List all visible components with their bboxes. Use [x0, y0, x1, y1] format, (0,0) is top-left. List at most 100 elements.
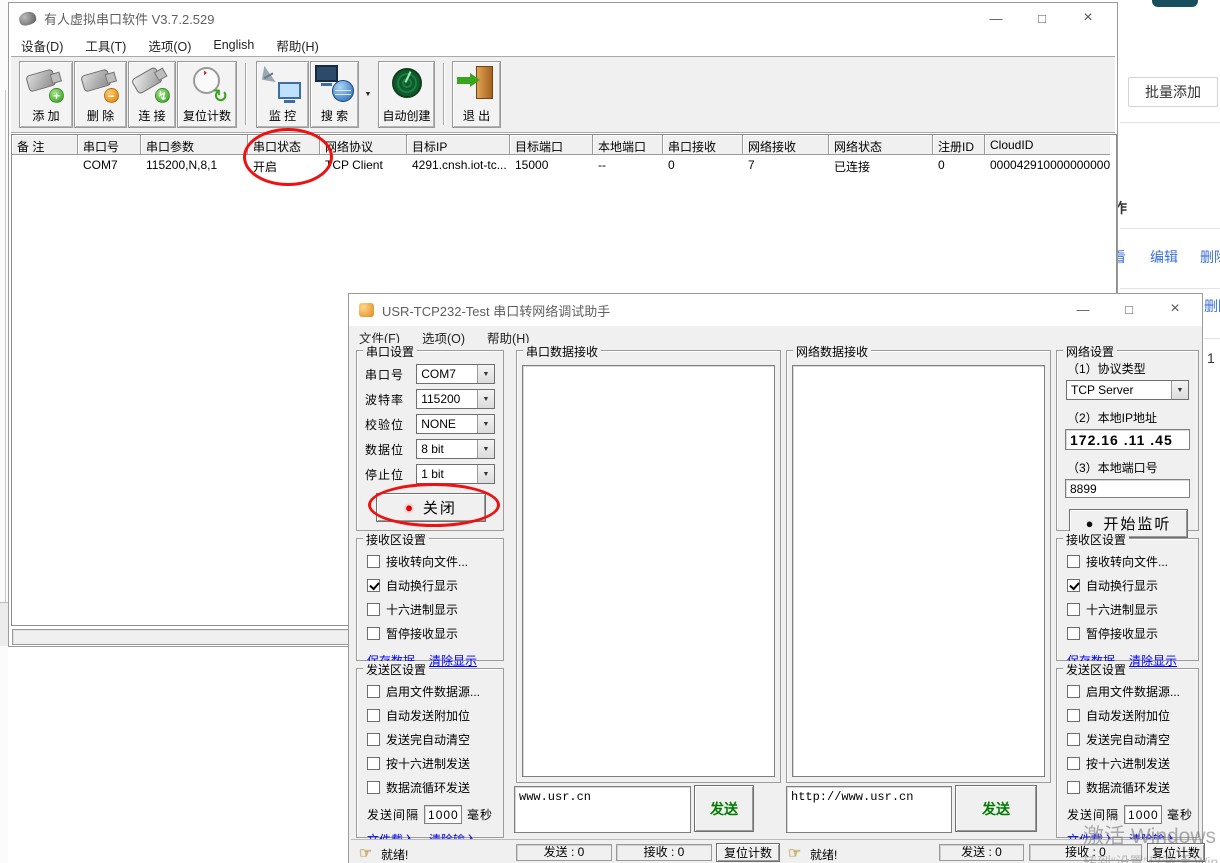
pause-recv-checkbox[interactable]: 暂停接收显示: [367, 625, 503, 642]
vcom-window-title: 有人虚拟串口软件 V3.7.2.529: [44, 9, 215, 28]
cell-params: 115200,N,8,1: [141, 155, 248, 175]
stopbits-select[interactable]: 1 bit▼: [416, 464, 495, 484]
interval-label: 发送间隔: [367, 806, 419, 823]
pause-recv-checkbox[interactable]: 暂停接收显示: [1067, 625, 1198, 642]
chevron-down-icon[interactable]: ▼: [477, 415, 494, 433]
maximize-button[interactable]: □: [1019, 3, 1065, 33]
col-remark[interactable]: 备 注: [12, 135, 78, 155]
loop-send-checkbox[interactable]: 数据流循环发送: [367, 779, 503, 796]
menu-options[interactable]: 选项(O): [416, 326, 471, 349]
clear-display-link[interactable]: 清除显示: [1129, 652, 1177, 669]
batch-add-button[interactable]: 批量添加: [1128, 77, 1218, 107]
local-ip-input[interactable]: 172.16 .11 .45: [1065, 429, 1190, 450]
add-button[interactable]: + 添 加: [19, 61, 73, 128]
col-net-rx[interactable]: 网络接收: [743, 135, 829, 155]
recv-to-file-checkbox[interactable]: 接收转向文件...: [1067, 553, 1198, 570]
file-source-checkbox[interactable]: 启用文件数据源...: [1067, 683, 1198, 700]
col-reg-id[interactable]: 注册ID: [933, 135, 985, 155]
radar-icon: [385, 63, 429, 105]
delete-button[interactable]: − 删 除: [74, 61, 127, 128]
col-protocol[interactable]: 网络协议: [320, 135, 407, 155]
net-send-settings-group: 发送区设置 启用文件数据源... 自动发送附加位 发送完自动清空 按十六进制发送…: [1056, 668, 1199, 838]
col-net-state[interactable]: 网络状态: [829, 135, 933, 155]
cell-target-ip: 4291.cnsh.iot-tc...: [407, 155, 510, 175]
minimize-button[interactable]: —: [973, 3, 1019, 33]
clear-after-send-checkbox[interactable]: 发送完自动清空: [367, 731, 503, 748]
databits-select[interactable]: 8 bit▼: [416, 439, 495, 459]
col-local-port[interactable]: 本地端口: [593, 135, 663, 155]
com-select[interactable]: COM7▼: [416, 364, 495, 384]
loop-send-checkbox[interactable]: 数据流循环发送: [1067, 779, 1198, 796]
connect-button[interactable]: ↯ 连 接: [128, 61, 176, 128]
tester-window-title: USR-TCP232-Test 串口转网络调试助手: [382, 301, 610, 320]
serial-close-button[interactable]: ●关闭: [376, 493, 486, 522]
clear-after-send-checkbox[interactable]: 发送完自动清空: [1067, 731, 1198, 748]
net-recv-textarea[interactable]: [792, 365, 1045, 777]
hex-display-checkbox[interactable]: 十六进制显示: [1067, 601, 1198, 618]
search-dropdown-arrow[interactable]: ▼: [361, 85, 375, 103]
col-params[interactable]: 串口参数: [141, 135, 248, 155]
interval-input[interactable]: 1000: [1124, 805, 1162, 824]
edit-link[interactable]: 编辑: [1150, 247, 1178, 267]
chevron-down-icon[interactable]: ▼: [1171, 381, 1188, 399]
hex-send-checkbox[interactable]: 按十六进制发送: [367, 755, 503, 772]
recv-to-file-checkbox[interactable]: 接收转向文件...: [367, 553, 503, 570]
add-device-icon: +: [24, 63, 68, 105]
table-row[interactable]: COM7 115200,N,8,1 开启 TCP Client 4291.cns…: [12, 155, 1110, 175]
close-button[interactable]: ×: [1065, 3, 1111, 33]
net-send-button[interactable]: 发送: [955, 785, 1037, 832]
serial-recv-textarea[interactable]: [522, 365, 775, 777]
col-com-rx[interactable]: 串口接收: [663, 135, 743, 155]
col-target-port[interactable]: 目标端口: [510, 135, 593, 155]
col-cloud-id[interactable]: CloudID: [985, 135, 1110, 155]
serial-send-input[interactable]: www.usr.cn: [514, 786, 691, 833]
baud-select[interactable]: 115200▼: [416, 389, 495, 409]
auto-wrap-checkbox[interactable]: 自动换行显示: [1067, 577, 1198, 594]
clear-display-link[interactable]: 清除显示: [429, 652, 477, 669]
exit-button[interactable]: 退 出: [452, 61, 501, 128]
interval-input[interactable]: 1000: [424, 805, 462, 824]
delete-device-icon: −: [79, 63, 123, 105]
tester-titlebar[interactable]: USR-TCP232-Test 串口转网络调试助手 — □ ×: [349, 294, 1202, 326]
reset-count-button[interactable]: ↻ 复位计数: [177, 61, 237, 128]
delete-link[interactable]: 删除: [1200, 247, 1220, 267]
hex-send-checkbox[interactable]: 按十六进制发送: [1067, 755, 1198, 772]
monitor-button[interactable]: 监 控: [256, 61, 309, 128]
maximize-button[interactable]: □: [1106, 294, 1152, 324]
auto-send-extra-checkbox[interactable]: 自动发送附加位: [367, 707, 503, 724]
menu-english[interactable]: English: [207, 36, 260, 54]
auto-wrap-checkbox[interactable]: 自动换行显示: [367, 577, 503, 594]
col-target-ip[interactable]: 目标IP: [407, 135, 510, 155]
local-port-input[interactable]: 8899: [1065, 479, 1190, 498]
serial-reset-count-button[interactable]: 复位计数: [716, 843, 780, 862]
col-com-state[interactable]: 串口状态: [248, 135, 320, 155]
chevron-down-icon[interactable]: ▼: [477, 465, 494, 483]
menu-tools[interactable]: 工具(T): [79, 34, 132, 57]
interval-unit: 毫秒: [467, 806, 493, 823]
auto-create-button[interactable]: 自动创建: [378, 61, 435, 128]
parity-select[interactable]: NONE▼: [416, 414, 495, 434]
vcom-menubar: 设备(D) 工具(T) 选项(O) English 帮助(H): [15, 34, 1117, 56]
menu-device[interactable]: 设备(D): [15, 34, 69, 57]
interval-label: 发送间隔: [1067, 806, 1119, 823]
menu-help[interactable]: 帮助(H): [270, 34, 324, 57]
serial-send-button[interactable]: 发送: [694, 785, 754, 832]
minimize-button[interactable]: —: [1060, 294, 1106, 324]
search-button[interactable]: 搜 索: [310, 61, 359, 128]
vcom-titlebar[interactable]: 有人虚拟串口软件 V3.7.2.529 — □ ×: [9, 3, 1117, 34]
net-send-input[interactable]: http://www.usr.cn: [786, 786, 952, 833]
chevron-down-icon[interactable]: ▼: [477, 390, 494, 408]
chevron-down-icon[interactable]: ▼: [477, 365, 494, 383]
col-com[interactable]: 串口号: [78, 135, 141, 155]
close-button[interactable]: ×: [1152, 294, 1198, 324]
chevron-down-icon[interactable]: ▼: [477, 440, 494, 458]
proto-select[interactable]: TCP Server▼: [1066, 380, 1189, 400]
vcom-app-icon: [18, 10, 38, 27]
delete-link-partial[interactable]: 删除: [1204, 296, 1220, 316]
file-source-checkbox[interactable]: 启用文件数据源...: [367, 683, 503, 700]
menu-options[interactable]: 选项(O): [142, 34, 197, 57]
net-reset-count-button[interactable]: 复位计数: [1147, 843, 1205, 862]
databits-label: 数据位: [365, 441, 416, 458]
auto-send-extra-checkbox[interactable]: 自动发送附加位: [1067, 707, 1198, 724]
hex-display-checkbox[interactable]: 十六进制显示: [367, 601, 503, 618]
